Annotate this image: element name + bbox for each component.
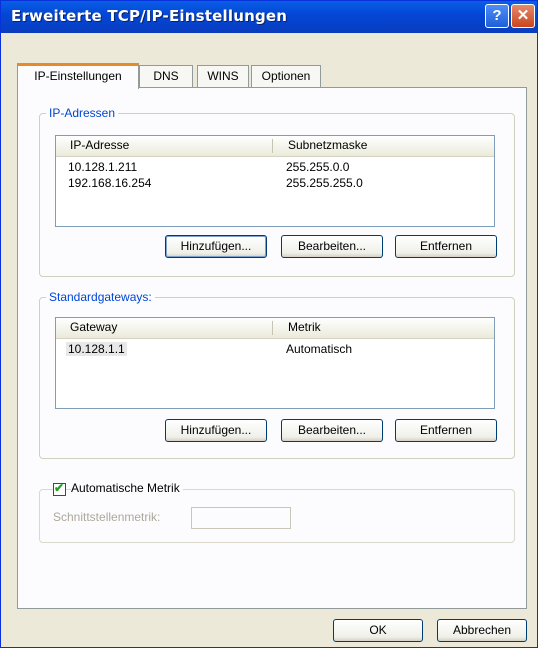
column-separator[interactable] [272, 321, 273, 335]
column-subnet-mask[interactable]: Subnetzmaske [288, 138, 367, 152]
ip-addresses-label: IP-Adressen [46, 106, 119, 120]
ok-button[interactable]: OK [333, 619, 423, 642]
gateway-add-button[interactable]: Hinzufügen... [165, 419, 267, 442]
gateway-remove-button[interactable]: Entfernen [395, 419, 497, 442]
automatic-metric-label[interactable]: Automatische Metrik [71, 481, 183, 495]
ip-row-1-address[interactable]: 10.128.1.211 [68, 160, 137, 174]
help-icon[interactable]: ? [485, 4, 509, 28]
gateway-list[interactable]: Gateway Metrik 10.128.1.1 Automatisch [55, 317, 495, 409]
gateways-label: Standardgateways: [46, 290, 155, 304]
title-bar[interactable]: Erweiterte TCP/IP-Einstellungen ? ✕ [1, 1, 537, 33]
gateway-row-1-address[interactable]: 10.128.1.1 [66, 342, 127, 356]
tab-options[interactable]: Optionen [251, 65, 321, 87]
column-separator[interactable] [272, 139, 273, 153]
cancel-button[interactable]: Abbrechen [437, 619, 527, 642]
ip-remove-button[interactable]: Entfernen [395, 235, 497, 258]
ip-row-2-mask[interactable]: 255.255.255.0 [286, 176, 363, 190]
ip-add-button[interactable]: Hinzufügen... [165, 235, 267, 258]
column-gateway[interactable]: Gateway [70, 320, 117, 334]
interface-metric-label: Schnittstellenmetrik: [53, 510, 161, 524]
close-icon[interactable]: ✕ [511, 4, 535, 28]
tab-wins[interactable]: WINS [197, 65, 249, 87]
ip-address-list[interactable]: IP-Adresse Subnetzmaske 10.128.1.211 255… [55, 135, 495, 227]
tab-ip-settings[interactable]: IP-Einstellungen [17, 63, 139, 89]
column-metric[interactable]: Metrik [288, 320, 321, 334]
automatic-metric-checkbox[interactable]: ✔ [53, 481, 66, 496]
checkmark-icon: ✔ [54, 481, 65, 495]
list-header: Gateway Metrik [56, 318, 494, 339]
ip-row-2-address[interactable]: 192.168.16.254 [68, 176, 151, 190]
ip-edit-button[interactable]: Bearbeiten... [281, 235, 383, 258]
tab-dns[interactable]: DNS [139, 65, 193, 87]
window-title: Erweiterte TCP/IP-Einstellungen [11, 7, 288, 25]
gateway-row-1-metric[interactable]: Automatisch [286, 342, 352, 356]
gateway-edit-button[interactable]: Bearbeiten... [281, 419, 383, 442]
dialog-window: Erweiterte TCP/IP-Einstellungen ? ✕ IP-E… [0, 0, 538, 648]
column-ip-address[interactable]: IP-Adresse [70, 138, 129, 152]
interface-metric-input[interactable] [191, 507, 291, 529]
list-header: IP-Adresse Subnetzmaske [56, 136, 494, 157]
ip-row-1-mask[interactable]: 255.255.0.0 [286, 160, 349, 174]
